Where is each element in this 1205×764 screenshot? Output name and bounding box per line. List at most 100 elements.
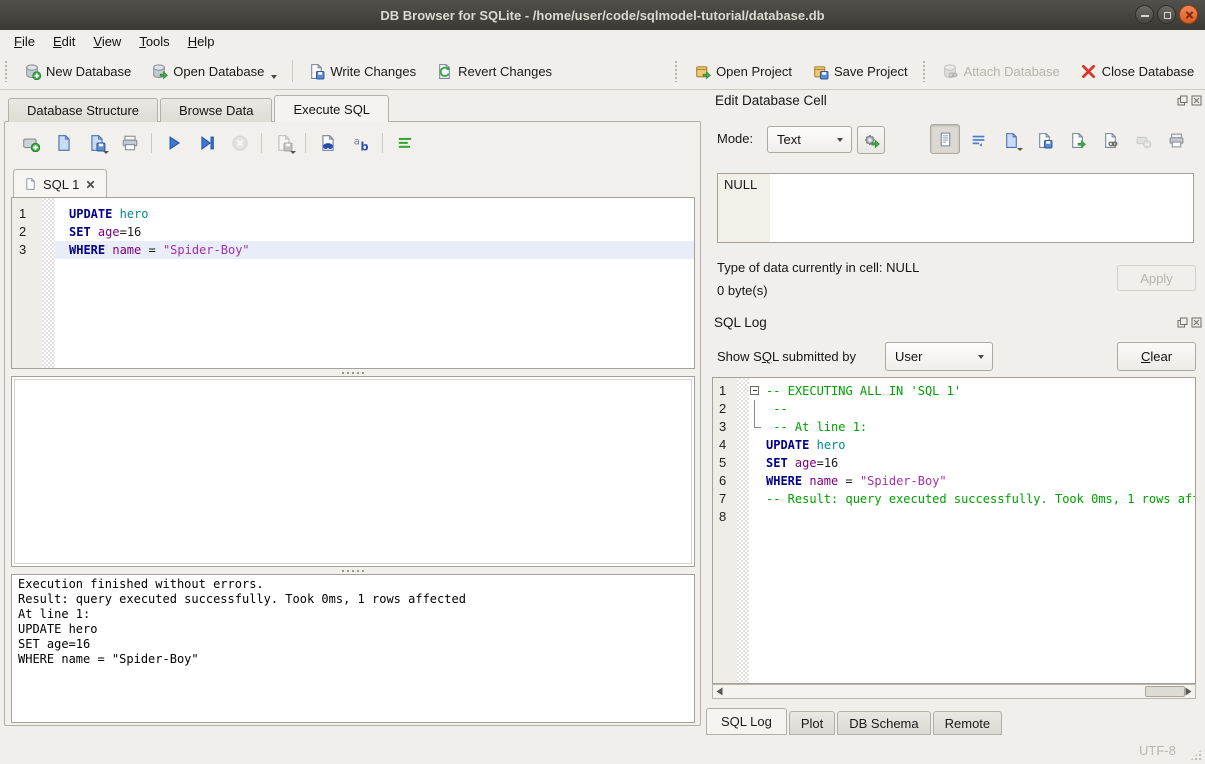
dock-tab-db-schema[interactable]: DB Schema xyxy=(837,711,930,735)
save-project-button[interactable]: Save Project xyxy=(802,56,918,86)
code-line[interactable]: UPDATE hero xyxy=(55,205,694,223)
revert-changes-button[interactable]: Revert Changes xyxy=(426,56,562,86)
find-replace-icon[interactable] xyxy=(311,130,344,156)
splitter-handle[interactable] xyxy=(11,369,695,376)
dock-tab-remote[interactable]: Remote xyxy=(933,711,1003,735)
log-content: -- EXECUTING ALL IN 'SQL 1' -- -- At lin… xyxy=(749,378,1195,683)
editor-line-numbers: 123 xyxy=(12,198,42,368)
scroll-left-icon[interactable] xyxy=(713,685,727,698)
log-line: -- EXECUTING ALL IN 'SQL 1' xyxy=(749,382,1195,400)
menu-help[interactable]: Help xyxy=(179,32,224,51)
main-toolbar: New Database Open Database Write ChangesRe… xyxy=(0,53,1205,90)
open-database-button[interactable]: Open Database xyxy=(141,56,287,86)
dock-tab-plot[interactable]: Plot xyxy=(789,711,835,735)
maximize-button[interactable] xyxy=(1157,5,1176,24)
dropdown-caret-icon[interactable] xyxy=(271,75,277,79)
copy-link-icon[interactable] xyxy=(1098,128,1122,152)
log-line: SET age=16 xyxy=(749,454,1195,472)
open-in-app-icon[interactable] xyxy=(1065,128,1089,152)
cell-value: NULL xyxy=(724,177,757,192)
menu-edit[interactable]: Edit xyxy=(44,32,84,51)
close-database-button[interactable]: Close Database xyxy=(1070,56,1205,86)
code-line[interactable]: WHERE name = "Spider-Boy" xyxy=(55,241,694,259)
toggle-comment-icon[interactable] xyxy=(388,130,421,156)
close-button[interactable] xyxy=(1179,5,1198,24)
tab-execute-sql[interactable]: Execute SQL xyxy=(274,95,389,122)
editor-code[interactable]: UPDATE heroSET age=16WHERE name = "Spide… xyxy=(55,198,694,368)
toolbar-label: Open Database xyxy=(173,64,264,79)
toolbar-label: Attach Database xyxy=(964,64,1060,79)
log-filter-combobox[interactable]: User xyxy=(885,342,993,371)
print-icon[interactable] xyxy=(113,130,146,156)
status-encoding: UTF-8 xyxy=(1139,743,1176,758)
open-project-icon xyxy=(694,63,711,80)
tab-browse-data[interactable]: Browse Data xyxy=(160,98,272,122)
auto-complete-icon[interactable]: ab xyxy=(344,130,377,156)
apply-cell-button[interactable] xyxy=(857,126,885,154)
line-number: 8 xyxy=(713,508,737,526)
sql-editor[interactable]: 123 UPDATE heroSET age=16WHERE name = "S… xyxy=(11,197,695,369)
log-horizontal-scrollbar[interactable] xyxy=(712,684,1196,699)
execution-output[interactable]: Execution finished without errors.Result… xyxy=(11,574,695,723)
open-sql-file-icon[interactable] xyxy=(47,130,80,156)
open-project-button[interactable]: Open Project xyxy=(684,56,802,86)
execute-line-icon[interactable] xyxy=(190,130,223,156)
close-panel-icon[interactable] xyxy=(1191,95,1202,106)
execute-all-icon[interactable] xyxy=(157,130,190,156)
dock-tab-bar: SQL LogPlotDB SchemaRemote xyxy=(706,708,1004,735)
line-number: 1 xyxy=(713,382,737,400)
resize-grip[interactable] xyxy=(1190,749,1202,761)
print-cell-icon[interactable] xyxy=(1164,128,1188,152)
export-cell-icon[interactable] xyxy=(1032,128,1056,152)
scroll-right-icon[interactable] xyxy=(1181,685,1195,698)
svg-text:b: b xyxy=(360,140,368,152)
sql-tab-bar: SQL 1 xyxy=(13,168,107,198)
menu-file[interactable]: File xyxy=(5,32,44,51)
fold-collapse-icon[interactable] xyxy=(750,386,759,395)
import-cell-icon[interactable] xyxy=(999,128,1023,152)
log-line: -- At line 1: xyxy=(749,418,1195,436)
sql-log-view[interactable]: 12345678 -- EXECUTING ALL IN 'SQL 1' -- … xyxy=(712,377,1196,684)
line-number: 5 xyxy=(713,454,737,472)
open-database-icon xyxy=(151,63,168,80)
menu-tools[interactable]: Tools xyxy=(130,32,178,51)
scrollbar-thumb[interactable] xyxy=(1145,686,1185,697)
code-line[interactable]: SET age=16 xyxy=(55,223,694,241)
minimize-button[interactable] xyxy=(1135,5,1154,24)
output-line: Execution finished without errors. xyxy=(18,577,688,592)
save-results-icon xyxy=(267,130,300,156)
log-line: UPDATE hero xyxy=(749,436,1195,454)
splitter-handle[interactable] xyxy=(11,567,695,574)
apply-button[interactable]: Apply xyxy=(1117,265,1196,291)
close-panel-icon[interactable] xyxy=(1191,317,1202,328)
word-wrap-icon[interactable] xyxy=(966,128,990,152)
float-panel-icon[interactable] xyxy=(1177,317,1188,328)
log-filter-label: Show SQL submitted by xyxy=(717,349,856,364)
open-sql-tab-icon[interactable] xyxy=(14,130,47,156)
mode-value: Text xyxy=(777,132,801,147)
close-tab-icon[interactable] xyxy=(85,179,96,190)
results-grid[interactable] xyxy=(11,376,695,567)
dock-tab-sql-log[interactable]: SQL Log xyxy=(706,708,787,735)
write-changes-button[interactable]: Write Changes xyxy=(298,56,426,86)
save-sql-file-icon[interactable] xyxy=(80,130,113,156)
sql-tab-label: SQL 1 xyxy=(43,177,79,192)
new-database-icon xyxy=(24,63,41,80)
output-line: At line 1: xyxy=(18,607,688,622)
mode-combobox[interactable]: Text xyxy=(767,126,852,153)
line-number: 2 xyxy=(713,400,737,418)
cell-type-info: Type of data currently in cell: NULL xyxy=(717,260,919,275)
window-title: DB Browser for SQLite - /home/user/code/… xyxy=(380,8,824,23)
menu-view[interactable]: View xyxy=(84,32,130,51)
clear-log-button[interactable]: Clear xyxy=(1117,342,1196,371)
sql-tab[interactable]: SQL 1 xyxy=(13,169,107,198)
edit-cell-title: Edit Database Cell xyxy=(715,93,827,108)
new-database-button[interactable]: New Database xyxy=(14,56,141,86)
cell-editor[interactable]: NULL xyxy=(717,173,1194,243)
titlebar: DB Browser for SQLite - /home/user/code/… xyxy=(0,0,1205,30)
float-panel-icon[interactable] xyxy=(1177,95,1188,106)
text-mode-button[interactable] xyxy=(930,124,960,154)
gear-apply-icon xyxy=(862,131,880,149)
line-number: 3 xyxy=(713,418,737,436)
tab-database-structure[interactable]: Database Structure xyxy=(8,98,158,122)
